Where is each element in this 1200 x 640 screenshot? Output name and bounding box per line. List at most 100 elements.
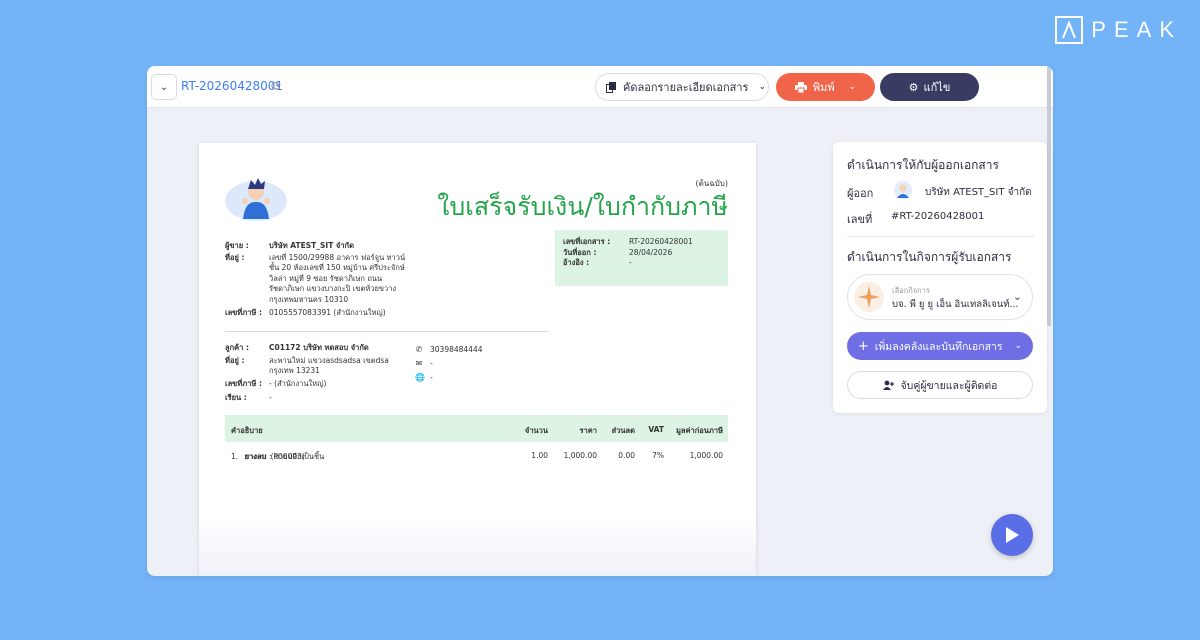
chevron-down-icon: ⌄ xyxy=(758,82,767,92)
chevron-down-icon: ⌄ xyxy=(1012,290,1022,303)
add-user-icon xyxy=(882,380,894,390)
address-line: เลขที่ 1500/29988 อาคาร ฟอร์จูน ทาวน์ xyxy=(269,252,406,262)
match-contacts-button[interactable]: จับคู่ผู้ขายและผู้ติดต่อ xyxy=(847,371,1033,399)
item-amount: 1,000.00 xyxy=(689,451,723,460)
page-fade xyxy=(199,516,756,576)
web-value: - xyxy=(430,373,433,382)
item-subtext: ยางลบ : ขายปลีกเป็นชิ้น xyxy=(245,452,325,461)
customer-address-label: ที่อยู่ : xyxy=(225,355,245,365)
copy-icon xyxy=(606,81,616,93)
panel-divider xyxy=(847,236,1035,237)
scrollbar[interactable] xyxy=(1047,66,1051,326)
section-divider xyxy=(225,331,549,332)
edit-label: แก้ไข xyxy=(923,81,951,94)
seller-tax-value: 0105557083391 (สำนักงานใหญ่) xyxy=(269,308,386,317)
customer-attn-row: เรียน : - xyxy=(225,393,415,404)
company-select[interactable]: เลือกกิจการ บจ. พี ยู ยู เอ็น อินเทลลิเจ… xyxy=(847,274,1033,320)
customer-info: ลูกค้า : C01172 บริษัท ทดสอบ จำกัด ที่อย… xyxy=(225,343,415,404)
address-line: ชั้น 20 ห้องเลขที่ 150 หมู่บ้าน ศรีประจั… xyxy=(269,263,405,272)
toolbar: ⌄ RT-20260428001 ⟳ คัดลอกรายละเอียดเอกสา… xyxy=(147,66,1053,108)
plus-icon: + xyxy=(857,338,869,354)
document-preview: (ต้นฉบับ) ใบเสร็จรับเงิน/ใบกำกับภาษี ผู้… xyxy=(199,143,756,576)
issuer-heading: ดำเนินการให้กับผู้ออกเอกสาร xyxy=(847,158,999,172)
doc-number-value: #RT-20260428001 xyxy=(891,211,985,222)
document-info-box: เลขที่เอกสาร : RT-20260428001 วันที่ออก … xyxy=(555,230,728,286)
add-to-archive-button[interactable]: + เพิ่มลงคลังและบันทึกเอกสาร ⌄ xyxy=(847,332,1033,360)
seller-value: บริษัท ATEST_SIT จำกัด xyxy=(269,241,354,250)
print-label: พิมพ์ xyxy=(812,81,835,94)
customer-address: สะพานใหม่ แขวงasdsadsa เขตdsa กรุงเทพ 13… xyxy=(269,356,415,377)
phone-icon: ✆ xyxy=(415,345,423,354)
customer-tax-value: - (สำนักงานใหญ่) xyxy=(269,378,327,388)
match-contacts-label: จับคู่ผู้ขายและผู้ติดต่อ xyxy=(900,379,998,392)
app-window: ⌄ RT-20260428001 ⟳ คัดลอกรายละเอียดเอกสา… xyxy=(147,66,1053,576)
copy-details-button[interactable]: คัดลอกรายละเอียดเอกสาร ⌄ xyxy=(595,73,769,101)
play-icon xyxy=(1006,527,1019,543)
item-quantity: 1.00 xyxy=(531,451,548,460)
customer-attn-label: เรียน : xyxy=(225,393,247,402)
company-select-value: บจ. พี ยู ยู เอ็น อินเทลลิเจนท์... xyxy=(892,299,1019,310)
doc-ref-label: อ้างอิง : xyxy=(563,258,590,267)
header-vat: VAT xyxy=(648,425,664,434)
issuer-label: ผู้ออก xyxy=(847,187,874,200)
web-row: 🌐 - xyxy=(415,371,535,385)
customer-tax-row: เลขที่ภาษี : - (สำนักงานใหญ่) xyxy=(225,379,415,390)
customer-attn-value: - xyxy=(269,393,272,402)
receiver-heading: ดำเนินการในกิจการผู้รับเอกสาร xyxy=(847,250,1012,264)
gear-icon: ⚙ xyxy=(908,80,919,94)
address-line: วิลล่า หมู่ที่ 9 ซอย รัชดาภิเษก ถนน xyxy=(269,273,383,283)
customer-label: ลูกค้า : xyxy=(225,343,249,352)
seller-tax-label: เลขที่ภาษี : xyxy=(225,308,262,317)
chevron-down-icon: ⌄ xyxy=(848,82,857,92)
email-row: ✉ - xyxy=(415,357,535,371)
seller-address-row: ที่อยู่ : เลขที่ 1500/29988 อาคาร ฟอร์จู… xyxy=(225,253,425,306)
print-button[interactable]: พิมพ์ ⌄ xyxy=(776,73,875,101)
items-table-header: คำอธิบาย จำนวน ราคา ส่วนลด VAT มูลค่าก่อ… xyxy=(225,415,728,442)
phone-row: ✆ 30398484444 xyxy=(415,343,535,357)
seller-label: ผู้ขาย : xyxy=(225,241,249,250)
item-no: 1. xyxy=(231,452,239,461)
doc-number-label: เลขที่ xyxy=(847,213,873,226)
issuer-avatar xyxy=(894,181,912,199)
email-icon: ✉ xyxy=(415,359,423,368)
seller-address: เลขที่ 1500/29988 อาคาร ฟอร์จูน ทาวน์ ชั… xyxy=(269,253,425,306)
customer-row: ลูกค้า : C01172 บริษัท ทดสอบ จำกัด xyxy=(225,343,415,354)
header-description: คำอธิบาย xyxy=(231,426,263,435)
address-line: รัชดาภิเษก แขวงบางกะปิ เขตห้วยขวาง xyxy=(269,284,397,293)
header-price: ราคา xyxy=(579,426,597,435)
header-amount: มูลค่าก่อนภาษี xyxy=(675,426,723,435)
peak-logo-icon xyxy=(1055,16,1084,44)
chevron-down-icon: ⌄ xyxy=(159,81,169,93)
company-select-caption: เลือกกิจการ xyxy=(892,286,930,295)
customer-address-row: ที่อยู่ : สะพานใหม่ แขวงasdsadsa เขตdsa … xyxy=(225,356,415,377)
doc-no-label: เลขที่เอกสาร : xyxy=(563,237,611,246)
address-line: สะพานใหม่ แขวงasdsadsa เขตdsa xyxy=(269,355,389,365)
peak-brand: PEAK xyxy=(1055,16,1182,44)
email-value: - xyxy=(430,359,433,368)
doc-no-value: RT-20260428001 xyxy=(629,237,693,246)
table-row: 1. ยางลบ (P00003) ยางลบ : ขายปลีกเป็นชิ้… xyxy=(225,443,728,473)
document-title: ใบเสร็จรับเงิน/ใบกำกับภาษี xyxy=(437,192,728,221)
company-mascot-logo xyxy=(225,178,287,221)
seller-row: ผู้ขาย : บริษัท ATEST_SIT จำกัด xyxy=(225,241,425,252)
brand-name: PEAK xyxy=(1091,17,1182,42)
header-discount: ส่วนลด xyxy=(611,426,635,435)
doc-ref-row: อ้างอิง : - xyxy=(563,258,720,269)
doc-ref-value: - xyxy=(629,258,632,267)
phone-value: 30398484444 xyxy=(430,345,483,354)
company-logo-icon xyxy=(854,282,884,312)
doc-date-row: วันที่ออก : 28/04/2026 xyxy=(563,248,720,259)
copy-details-label: คัดลอกรายละเอียดเอกสาร xyxy=(623,81,749,94)
doc-date-label: วันที่ออก : xyxy=(563,247,597,257)
document-id-link[interactable]: RT-20260428001 xyxy=(181,79,283,93)
item-price: 1,000.00 xyxy=(563,451,597,460)
printer-icon xyxy=(794,81,807,93)
doc-dropdown-button[interactable]: ⌄ xyxy=(151,74,177,100)
seller-tax-row: เลขที่ภาษี : 0105557083391 (สำนักงานใหญ่… xyxy=(225,308,425,319)
seller-address-label: ที่อยู่ : xyxy=(225,252,245,262)
issuer-value: บริษัท ATEST_SIT จำกัด xyxy=(925,187,1032,198)
edit-button[interactable]: ⚙ แก้ไข xyxy=(880,73,979,101)
customer-tax-label: เลขที่ภาษี : xyxy=(225,378,262,388)
play-video-button[interactable] xyxy=(991,514,1033,556)
refresh-icon[interactable]: ⟳ xyxy=(271,79,281,93)
